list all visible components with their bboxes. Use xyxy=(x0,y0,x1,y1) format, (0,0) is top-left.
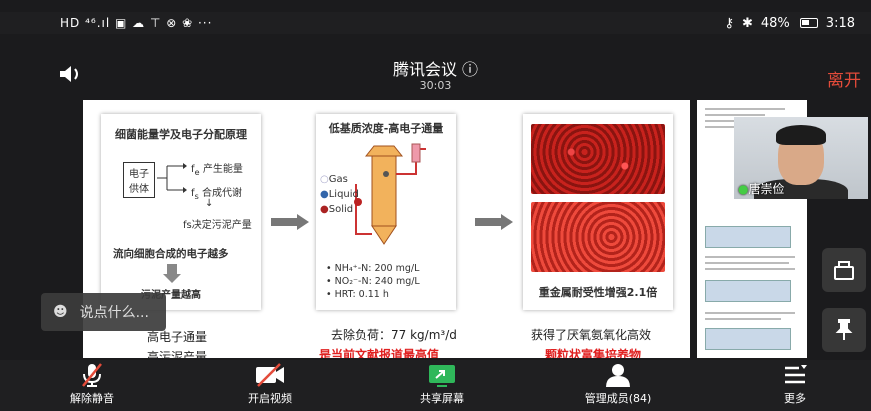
info-icon[interactable]: ⓘ xyxy=(462,60,478,79)
donor-box: 电子供体 xyxy=(123,162,155,198)
down-arrow-icon: ↓ xyxy=(205,198,214,209)
pin-icon xyxy=(835,319,853,340)
pin-button[interactable] xyxy=(822,308,866,352)
right-arrow-icon xyxy=(475,214,513,230)
unmute-button[interactable]: 解除静音 xyxy=(47,362,137,406)
right-arrow-icon xyxy=(271,214,309,230)
caption-highlight: 是当前文献报道最高值 xyxy=(319,348,440,358)
slide-panel-energetics: 细菌能量学及电子分配原理 电子供体 fe 产生能量 fs 合成代谢 ↓ fs决定… xyxy=(101,114,261,310)
slide-panel-reactor: 低基质浓度-高电子通量 ○Gas ●Liquid ●Solid • NH₄⁺-N… xyxy=(316,114,456,310)
meeting-timer: 30:03 xyxy=(419,79,452,92)
meeting-toolbar: 解除静音 开启视频 共享屏幕 管理成员(84) 更多 xyxy=(0,360,871,411)
leave-button[interactable]: 离开 xyxy=(827,66,861,91)
start-video-button[interactable]: 开启视频 xyxy=(225,362,315,406)
more-menu-icon xyxy=(785,365,807,384)
caption-highlight: 颗粒状富集培养物 xyxy=(545,348,642,358)
panel-title: 细菌能量学及电子分配原理 xyxy=(115,128,247,141)
bluetooth-icon: ✱ xyxy=(741,15,753,31)
caption-text: 获得了厌氧氨氧化高效 xyxy=(531,328,652,342)
emoji-icon[interactable]: ☻ xyxy=(53,304,68,320)
fs-note: fs决定污泥产量 xyxy=(183,220,252,231)
status-icons-right: ⚷ ✱ 48% 3:18 xyxy=(724,16,855,31)
participant-video[interactable]: ●唐崇俭 xyxy=(734,117,868,199)
clock: 3:18 xyxy=(825,15,855,31)
caption-text: 高污泥产量 xyxy=(147,350,208,358)
more-button[interactable]: 更多 xyxy=(750,362,840,406)
mic-on-icon: ● xyxy=(738,182,749,196)
slide-panel-granules: 重金属耐受性增强2.1倍 xyxy=(523,114,673,310)
meeting-header: 腾讯会议 ⓘ 30:03 离开 xyxy=(0,48,871,98)
panel-caption: 重金属耐受性增强2.1倍 xyxy=(538,286,658,299)
fe-label: fe 产生能量 xyxy=(191,164,243,177)
battery-percent: 48% xyxy=(760,15,790,31)
caption-text: 去除负荷：77 kg/m³/d xyxy=(331,328,457,342)
reactor-params: • NH₄⁺-N: 200 mg/L • NO₂⁻-N: 240 mg/L • … xyxy=(326,263,420,300)
meeting-title: 腾讯会议 ⓘ xyxy=(392,60,479,79)
battery-icon xyxy=(799,18,818,28)
status-icons-left: HD ⁴⁶.ıl ▣ ☁ ⊤ ⊗ ❀ ··· xyxy=(60,16,213,30)
shared-screen: 细菌能量学及电子分配原理 电子供体 fe 产生能量 fs 合成代谢 ↓ fs决定… xyxy=(83,100,690,358)
camera-off-icon xyxy=(256,363,284,387)
manage-members-button[interactable]: 管理成员(84) xyxy=(573,362,663,406)
granule-photo xyxy=(531,124,665,194)
chat-placeholder: 说点什么... xyxy=(79,305,149,321)
members-icon xyxy=(606,364,630,387)
participant-name: ●唐崇俭 xyxy=(738,182,785,196)
flow-text: 流向细胞合成的电子越多 xyxy=(113,248,229,260)
share-screen-icon xyxy=(429,365,455,387)
key-icon: ⚷ xyxy=(724,15,734,31)
fs-label: fs 合成代谢 xyxy=(191,188,243,201)
switch-layout-button[interactable] xyxy=(822,248,866,292)
share-screen-button[interactable]: 共享屏幕 xyxy=(397,362,487,406)
chat-input[interactable]: ☻ 说点什么... xyxy=(41,293,166,331)
phase-legend: ○Gas ●Liquid ●Solid xyxy=(320,174,359,215)
status-bar: HD ⁴⁶.ıl ▣ ☁ ⊤ ⊗ ❀ ··· ⚷ ✱ 48% 3:18 xyxy=(0,12,871,34)
layout-icon xyxy=(834,261,854,280)
down-block-arrow-icon xyxy=(163,264,181,283)
granule-photo xyxy=(531,202,665,272)
branch-arrows xyxy=(157,163,187,193)
mic-muted-icon xyxy=(82,363,102,387)
